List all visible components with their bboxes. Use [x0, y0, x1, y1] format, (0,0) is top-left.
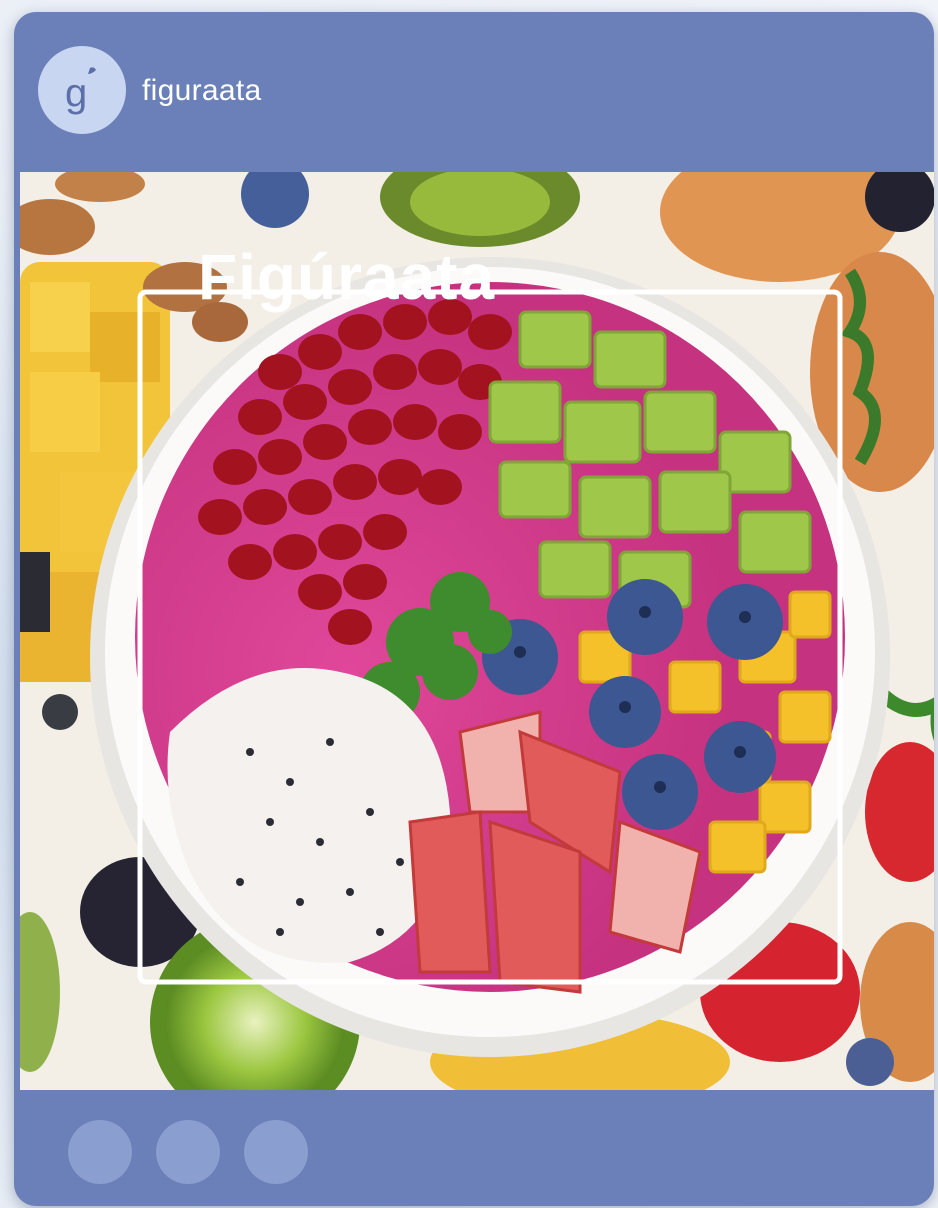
- carousel-dot-2[interactable]: [156, 1120, 220, 1184]
- avatar[interactable]: g: [38, 46, 126, 134]
- carousel-dot-1[interactable]: [68, 1120, 132, 1184]
- figuraata-logo-icon: g: [65, 67, 96, 115]
- post-card: g figuraata Figúraata: [14, 12, 934, 1206]
- post-header: g figuraata: [14, 12, 934, 172]
- account-name[interactable]: figuraata: [142, 74, 261, 108]
- post-footer: [14, 1090, 934, 1206]
- carousel-dot-3[interactable]: [244, 1120, 308, 1184]
- post-image[interactable]: Figúraata: [20, 172, 934, 1090]
- avatar-letter: g: [65, 71, 87, 115]
- brand-overlay-text: Figúraata: [198, 241, 496, 313]
